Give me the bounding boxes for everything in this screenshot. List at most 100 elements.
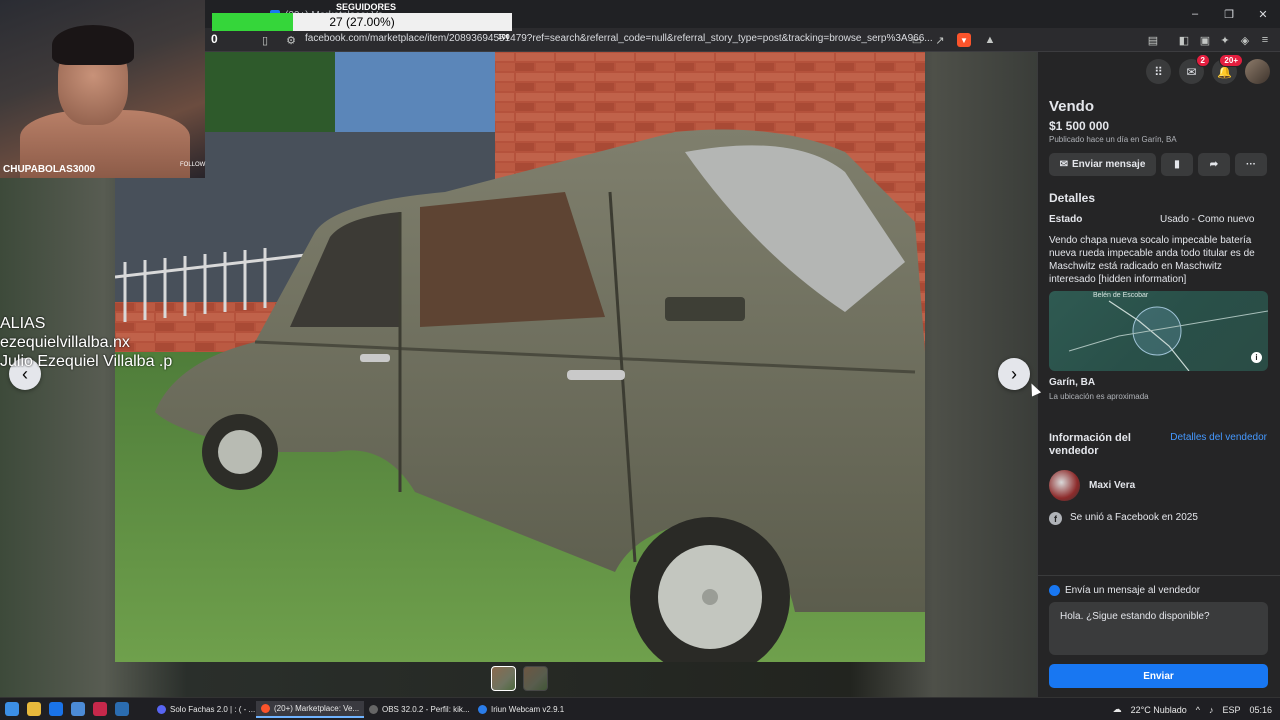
taskbar-pinned: [5, 702, 129, 716]
taskbar: Solo Fachas 2.0 | : ( - ... (20+) Market…: [0, 697, 1280, 720]
messenger-icon[interactable]: ✉ 2: [1179, 54, 1210, 84]
taskbar-app-label: Iriun Webcam v2.9.1: [491, 705, 565, 714]
tray-arrow-icon[interactable]: ^: [1196, 705, 1200, 715]
car-photo-illustration: [115, 52, 925, 662]
system-tray: ☁ 22°C Nublado ^ ♪ ESP 05:16: [1113, 701, 1272, 718]
share-icon[interactable]: ↗: [933, 33, 947, 47]
condition-value: Usado - Como nuevo: [1160, 214, 1255, 225]
notifications-badge: 20+: [1219, 54, 1243, 67]
listing-actions: ✉ Enviar mensaje ▮ ➦ ···: [1049, 153, 1267, 176]
vpn-icon[interactable]: ◈: [1238, 33, 1252, 47]
profile-avatar[interactable]: [1245, 59, 1270, 84]
more-button[interactable]: ···: [1235, 153, 1267, 176]
maps-icon[interactable]: [49, 702, 63, 716]
followers-goal-end: 100: [498, 34, 510, 41]
app-icon[interactable]: [93, 702, 107, 716]
location-name: Garín, BA: [1049, 377, 1096, 388]
volume-icon[interactable]: ♪: [1209, 705, 1214, 715]
window-controls: – ❐ ✕: [1178, 0, 1280, 28]
thumbnail-1[interactable]: [491, 666, 516, 691]
taskbar-app-label: Solo Fachas 2.0 | : ( - ...: [170, 705, 256, 714]
divider: [1038, 575, 1280, 576]
iriun-icon: [478, 705, 487, 714]
close-window-button[interactable]: ✕: [1246, 0, 1280, 28]
top-nav-icons: ⠿ ✉ 2 🔔 20+: [1146, 54, 1270, 84]
listing-price: $1 500 000: [1049, 119, 1110, 133]
send-message-label: Enviar mensaje: [1072, 159, 1146, 170]
message-input[interactable]: Hola. ¿Sigue estando disponible?: [1049, 602, 1268, 655]
followers-goal-label: 27 (27.00%): [329, 15, 395, 29]
photo-thumbnails: [491, 666, 548, 691]
bookmark-icon: ▮: [1174, 159, 1180, 170]
menu-grid-glyph: ⠿: [1154, 64, 1163, 79]
lang-indicator[interactable]: ESP: [1222, 705, 1240, 715]
minimize-button[interactable]: –: [1178, 0, 1212, 28]
condition-label: Estado: [1049, 214, 1083, 225]
clock[interactable]: 05:16: [1249, 705, 1272, 715]
url-field[interactable]: facebook.com/marketplace/item/2089369455…: [305, 33, 933, 44]
reader-icon[interactable]: ▤: [1146, 33, 1160, 47]
sidebar-toggle-icon[interactable]: ◧: [1177, 33, 1191, 47]
webcam-name: CHUPABOLAS3000: [3, 164, 96, 175]
bookmark-icon[interactable]: ▯: [258, 33, 272, 47]
site-settings-icon[interactable]: ⚙: [284, 33, 298, 47]
webcam-overlay: CHUPABOLAS3000 FOLLOW: [0, 0, 205, 178]
taskbar-app-brave[interactable]: (20+) Marketplace: Ve...: [256, 701, 365, 718]
alias-line-1: ALIAS: [0, 315, 46, 332]
webcam-follow: FOLLOW: [180, 162, 206, 168]
map-roads: [1068, 300, 1268, 371]
seller-name[interactable]: Maxi Vera: [1089, 480, 1135, 491]
followers-goal-start: 0: [211, 32, 218, 46]
location-map[interactable]: Belén de Escobar i: [1049, 291, 1268, 371]
send-message-button[interactable]: ✉ Enviar mensaje: [1049, 153, 1156, 176]
mail-icon[interactable]: [71, 702, 85, 716]
seller-heading: Información del vendedor: [1049, 432, 1131, 457]
messenger-badge: 2: [1195, 54, 1210, 67]
restore-button[interactable]: ❐: [1212, 0, 1246, 28]
followers-title: SEGUIDORES: [336, 2, 397, 12]
next-photo-button[interactable]: ›: [998, 358, 1030, 390]
listing-photo: [115, 52, 925, 662]
share-button[interactable]: ➦: [1198, 153, 1230, 176]
taskbar-app-iriun[interactable]: Iriun Webcam v2.9.1: [473, 701, 569, 718]
alias-line-2: ezequielvillalba.nx: [0, 334, 130, 351]
location-note: La ubicación es aproximada: [1049, 392, 1149, 401]
wallet-icon[interactable]: ▣: [1198, 33, 1212, 47]
file-explorer-icon[interactable]: [27, 702, 41, 716]
messenger-small-icon: ✉: [1059, 159, 1068, 170]
seller-joined: Se unió a Facebook en 2025: [1070, 512, 1198, 523]
brave-shield-icon[interactable]: ▼: [957, 33, 971, 47]
send-button[interactable]: Enviar: [1049, 664, 1268, 688]
weather-icon: ☁: [1112, 704, 1122, 714]
taskbar-app-obs[interactable]: OBS 32.0.2 - Perfil: kik...: [364, 701, 475, 718]
bell-icon[interactable]: 🔔 20+: [1212, 54, 1243, 84]
seller-details-link[interactable]: Detalles del vendedor: [1170, 432, 1267, 443]
obs-icon: [369, 705, 378, 714]
thumbnail-2[interactable]: [523, 666, 548, 691]
map-info-icon[interactable]: i: [1251, 352, 1262, 363]
seller-avatar[interactable]: [1049, 470, 1080, 501]
menu-icon[interactable]: ≡: [1258, 33, 1272, 47]
share-arrow-icon: ➦: [1209, 159, 1219, 170]
details-heading: Detalles: [1049, 191, 1096, 205]
taskbar-app-label: (20+) Marketplace: Ve...: [274, 704, 360, 713]
followers-goal-bar: 27 (27.00%): [212, 13, 512, 31]
more-dots-icon: ···: [1246, 159, 1256, 170]
cast-icon[interactable]: ▭: [910, 33, 924, 47]
messenger-small-icon: [1049, 585, 1060, 596]
menu-grid-icon[interactable]: ⠿: [1146, 59, 1171, 84]
discord-icon: [157, 705, 166, 714]
taskbar-app-label: OBS 32.0.2 - Perfil: kik...: [382, 705, 470, 714]
weather-text[interactable]: 22°C Nublado: [1131, 705, 1187, 715]
brave-rewards-icon[interactable]: ▲: [983, 33, 997, 47]
save-button[interactable]: ▮: [1161, 153, 1193, 176]
facebook-icon: f: [1049, 512, 1062, 525]
messenger-glyph: ✉: [1186, 64, 1197, 79]
listing-sidebar: ⠿ ✉ 2 🔔 20+ Vendo $1 500 000 Publicado hac…: [1037, 52, 1280, 697]
alias-overlay: ALIAS ezequielvillalba.nx Julio Ezequiel…: [0, 314, 172, 371]
taskbar-app-discord[interactable]: Solo Fachas 2.0 | : ( - ...: [152, 701, 260, 718]
leo-ai-icon[interactable]: ✦: [1218, 33, 1232, 47]
windows-start-icon[interactable]: [5, 702, 19, 716]
message-seller-heading: Envía un mensaje al vendedor: [1065, 585, 1201, 596]
steam-icon[interactable]: [115, 702, 129, 716]
